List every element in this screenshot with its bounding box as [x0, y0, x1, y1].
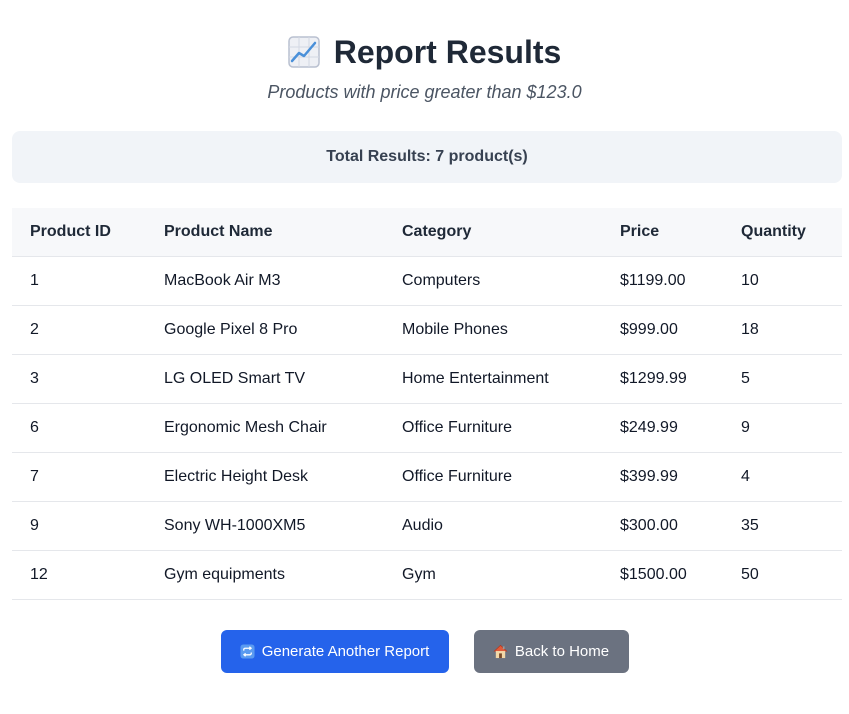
total-results-text: Total Results: 7 product(s): [326, 148, 528, 165]
page-header: Report Results Products with price great…: [0, 0, 849, 103]
cell-quantity: 50: [723, 550, 842, 600]
table-row: 9 Sony WH-1000XM5 Audio $300.00 35: [12, 501, 842, 551]
cell-price: $399.99: [602, 452, 723, 502]
results-summary: Total Results: 7 product(s): [12, 131, 842, 183]
cell-quantity: 35: [723, 501, 842, 551]
results-table: Product ID Product Name Category Price Q…: [12, 208, 842, 600]
back-to-home-button[interactable]: Back to Home: [473, 630, 629, 673]
cell-product-name: Google Pixel 8 Pro: [146, 305, 384, 355]
cell-category: Office Furniture: [384, 403, 602, 453]
table-row: 12 Gym equipments Gym $1500.00 50: [12, 550, 842, 600]
cell-quantity: 9: [723, 403, 842, 453]
cell-category: Computers: [384, 256, 602, 306]
cell-product-name: Ergonomic Mesh Chair: [146, 403, 384, 453]
cell-price: $1299.99: [602, 354, 723, 404]
cell-quantity: 18: [723, 305, 842, 355]
column-header-price: Price: [602, 208, 723, 257]
table-row: 2 Google Pixel 8 Pro Mobile Phones $999.…: [12, 305, 842, 355]
cell-product-name: Electric Height Desk: [146, 452, 384, 502]
column-header-quantity: Quantity: [723, 208, 842, 257]
cell-product-id: 9: [12, 501, 146, 551]
generate-another-report-label: Generate Another Report: [261, 643, 430, 660]
page-title: Report Results: [333, 34, 562, 70]
generate-another-report-button[interactable]: Generate Another Report: [220, 630, 449, 673]
cell-category: Gym: [384, 550, 602, 600]
results-table-container: Product ID Product Name Category Price Q…: [12, 208, 842, 600]
cell-product-name: LG OLED Smart TV: [146, 354, 384, 404]
repeat-icon: [240, 644, 255, 659]
column-header-product-id: Product ID: [12, 208, 146, 257]
cell-price: $1199.00: [602, 256, 723, 306]
chart-increasing-icon: [287, 36, 320, 68]
cell-category: Audio: [384, 501, 602, 551]
cell-quantity: 10: [723, 256, 842, 306]
back-to-home-label: Back to Home: [514, 643, 610, 660]
house-icon: [493, 644, 508, 659]
cell-price: $249.99: [602, 403, 723, 453]
page-subtitle: Products with price greater than $123.0: [267, 82, 582, 102]
cell-product-id: 6: [12, 403, 146, 453]
table-row: 7 Electric Height Desk Office Furniture …: [12, 452, 842, 502]
cell-category: Home Entertainment: [384, 354, 602, 404]
cell-category: Office Furniture: [384, 452, 602, 502]
cell-product-id: 12: [12, 550, 146, 600]
title-row: Report Results: [0, 30, 849, 74]
cell-price: $999.00: [602, 305, 723, 355]
cell-price: $1500.00: [602, 550, 723, 600]
action-buttons: Generate Another Report Back to Home: [0, 630, 849, 673]
cell-category: Mobile Phones: [384, 305, 602, 355]
column-header-product-name: Product Name: [146, 208, 384, 257]
table-header-row: Product ID Product Name Category Price Q…: [12, 208, 842, 257]
cell-product-id: 2: [12, 305, 146, 355]
table-row: 3 LG OLED Smart TV Home Entertainment $1…: [12, 354, 842, 404]
cell-price: $300.00: [602, 501, 723, 551]
cell-quantity: 4: [723, 452, 842, 502]
cell-product-name: MacBook Air M3: [146, 256, 384, 306]
cell-quantity: 5: [723, 354, 842, 404]
cell-product-name: Gym equipments: [146, 550, 384, 600]
cell-product-id: 3: [12, 354, 146, 404]
column-header-category: Category: [384, 208, 602, 257]
cell-product-id: 7: [12, 452, 146, 502]
cell-product-id: 1: [12, 256, 146, 306]
table-row: 6 Ergonomic Mesh Chair Office Furniture …: [12, 403, 842, 453]
table-row: 1 MacBook Air M3 Computers $1199.00 10: [12, 256, 842, 306]
cell-product-name: Sony WH-1000XM5: [146, 501, 384, 551]
